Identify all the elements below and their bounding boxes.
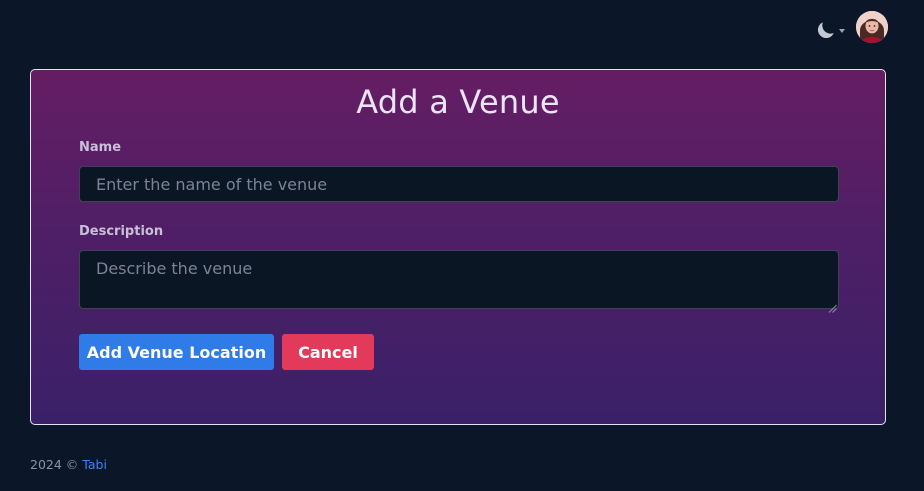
name-label: Name: [79, 140, 122, 155]
top-navbar: [0, 0, 924, 56]
footer: 2024 © Tabi: [30, 457, 107, 472]
avatar[interactable]: [856, 11, 888, 43]
venue-name-input[interactable]: [79, 166, 839, 202]
description-label: Description: [79, 224, 164, 239]
moon-icon: [815, 19, 837, 41]
cancel-button[interactable]: Cancel: [282, 334, 374, 370]
add-venue-card: Add a Venue Name Description Add Venue L…: [30, 69, 886, 425]
add-venue-location-button[interactable]: Add Venue Location: [79, 334, 274, 370]
theme-toggle-dropdown[interactable]: [815, 18, 845, 42]
chevron-down-icon: [839, 29, 845, 33]
venue-description-textarea[interactable]: [79, 250, 839, 309]
footer-copyright: 2024 ©: [30, 457, 79, 472]
footer-brand-link[interactable]: Tabi: [82, 457, 107, 472]
page-title: Add a Venue: [356, 83, 560, 121]
